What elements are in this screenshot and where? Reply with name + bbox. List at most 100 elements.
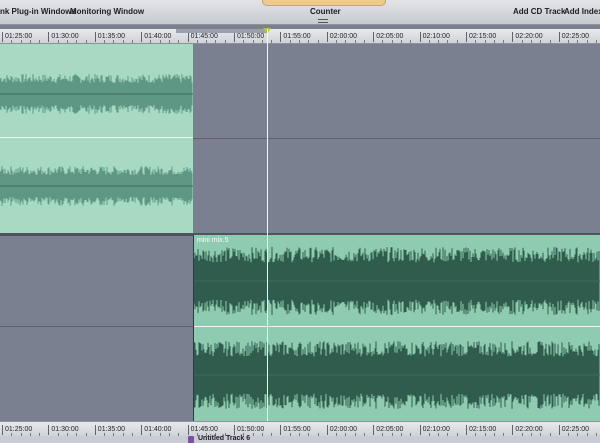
ruler-minor-tick <box>345 40 347 43</box>
ruler-tick-label: 02:25:00 <box>558 32 589 42</box>
ruler-minor-tick <box>178 40 180 43</box>
ruler-tick-label: 01:25:00 <box>2 32 32 42</box>
ruler-tick-label: 02:10:00 <box>419 32 450 42</box>
ruler-minor-tick <box>57 40 59 43</box>
ruler-minor-tick <box>382 40 384 43</box>
ruler-minor-tick <box>169 40 171 43</box>
ruler-minor-tick <box>391 40 393 43</box>
toolbar: nk Plug-in Windows Monitoring Window Cou… <box>0 0 600 25</box>
ruler-minor-tick <box>401 40 403 43</box>
ruler-tick-label: 01:25:00 <box>2 425 32 435</box>
waveform-upper <box>0 74 193 206</box>
status-bar: Untitled Track 6 <box>0 435 600 443</box>
add-cd-track-button[interactable]: Add CD Track <box>513 7 565 16</box>
ruler-minor-tick <box>475 40 477 43</box>
timeline-ruler-bottom[interactable]: 01:25:00 01:30:00 01:35:00 01:40:00 01:45:00… <box>0 421 600 437</box>
ruler-minor-tick <box>66 40 68 43</box>
ruler-minor-tick <box>20 40 22 43</box>
ruler-minor-tick <box>549 40 551 43</box>
ruler-minor-tick <box>261 40 263 43</box>
ruler-minor-tick <box>503 40 505 43</box>
ruler-tick-label: 01:50:00 <box>234 32 264 42</box>
ruler-minor-tick <box>484 40 486 43</box>
ruler-minor-tick <box>493 40 495 43</box>
ruler-tick-label: 01:50:00 <box>234 425 264 435</box>
selection-range[interactable] <box>176 29 267 33</box>
ruler-tick-label: 01:55:00 <box>280 425 311 435</box>
ruler-tick-label: 02:25:00 <box>558 425 589 435</box>
ruler-minor-tick <box>252 40 254 43</box>
ruler-minor-tick <box>410 40 412 43</box>
ruler-tick-label: 01:35:00 <box>94 425 125 435</box>
timeline-ruler-top[interactable]: 01:25:00 01:30:00 01:35:00 01:40:00 01:45:00… <box>0 29 600 44</box>
ruler-minor-tick <box>336 40 338 43</box>
ruler-tick-label: 02:15:00 <box>466 32 496 42</box>
track-icon <box>188 436 194 443</box>
ruler-minor-tick <box>595 40 597 43</box>
ruler-minor-tick <box>39 40 41 43</box>
ruler-minor-tick <box>438 40 440 43</box>
ruler-minor-tick <box>150 40 152 43</box>
ruler-minor-tick <box>586 40 588 43</box>
ruler-minor-tick <box>577 40 579 43</box>
ruler-tick-label: 02:15:00 <box>466 425 496 435</box>
ruler-tick-label: 02:05:00 <box>373 32 403 42</box>
waveform-lower <box>193 247 600 409</box>
ruler-tick-label: 02:20:00 <box>512 425 543 435</box>
track-area[interactable]: mini mix.5 <box>0 44 600 421</box>
playhead[interactable] <box>267 29 268 429</box>
ruler-minor-tick <box>521 40 523 43</box>
ruler-minor-tick <box>11 40 13 43</box>
ruler-tick-label: 01:45:00 <box>187 32 218 42</box>
ruler-minor-tick <box>363 40 365 43</box>
ruler-tick-label: 01:40:00 <box>141 425 171 435</box>
link-plugin-windows-button[interactable]: nk Plug-in Windows <box>0 7 76 16</box>
ruler-minor-tick <box>224 40 226 43</box>
clip-boundary <box>193 235 194 421</box>
ruler-tick-label: 01:45:00 <box>187 425 218 435</box>
ruler-minor-tick <box>113 40 115 43</box>
ruler-minor-tick <box>354 40 356 43</box>
ruler-minor-tick <box>206 40 208 43</box>
ruler-minor-tick <box>122 40 124 43</box>
ruler-minor-tick <box>85 40 87 43</box>
ruler-tick-label: 01:55:00 <box>280 32 311 42</box>
counter-tab[interactable] <box>262 0 386 6</box>
ruler-minor-tick <box>317 40 319 43</box>
ruler-minor-tick <box>215 40 217 43</box>
ruler-minor-tick <box>159 40 161 43</box>
ruler-tick-label: 01:40:00 <box>141 32 171 42</box>
ruler-tick-label: 02:00:00 <box>326 32 357 42</box>
ruler-minor-tick <box>308 40 310 43</box>
ruler-minor-tick <box>289 40 291 43</box>
ruler-minor-tick <box>447 40 449 43</box>
monitoring-window-button[interactable]: Monitoring Window <box>70 7 144 16</box>
ruler-tick-label: 01:35:00 <box>94 32 125 42</box>
ruler-tick-label: 02:00:00 <box>326 425 357 435</box>
ruler-minor-tick <box>530 40 532 43</box>
counter-label[interactable]: Counter <box>310 7 341 16</box>
ruler-tick-label: 02:10:00 <box>419 425 450 435</box>
ruler-minor-tick <box>298 40 300 43</box>
audio-clip-upper[interactable] <box>0 44 193 233</box>
add-index-button[interactable]: Add Index M <box>564 7 600 16</box>
audio-clip-lower[interactable]: mini mix.5 <box>193 235 600 421</box>
ruler-minor-tick <box>104 40 106 43</box>
ruler-minor-tick <box>456 40 458 43</box>
ruler-minor-tick <box>196 40 198 43</box>
ruler-tick-label: 01:30:00 <box>48 32 79 42</box>
ruler-tick-label: 02:05:00 <box>373 425 403 435</box>
ruler-minor-tick <box>29 40 31 43</box>
ruler-minor-tick <box>540 40 542 43</box>
counter-handle-icon[interactable] <box>318 19 328 23</box>
ruler-minor-tick <box>76 40 78 43</box>
ruler-tick-label: 01:30:00 <box>48 425 79 435</box>
track-name: Untitled Track 6 <box>198 435 251 442</box>
clip-name: mini mix.5 <box>197 237 229 244</box>
ruler-minor-tick <box>243 40 245 43</box>
ruler-minor-tick <box>428 40 430 43</box>
ruler-minor-tick <box>271 40 273 43</box>
ruler-minor-tick <box>131 40 133 43</box>
ruler-tick-label: 02:20:00 <box>512 32 543 42</box>
ruler-minor-tick <box>568 40 570 43</box>
